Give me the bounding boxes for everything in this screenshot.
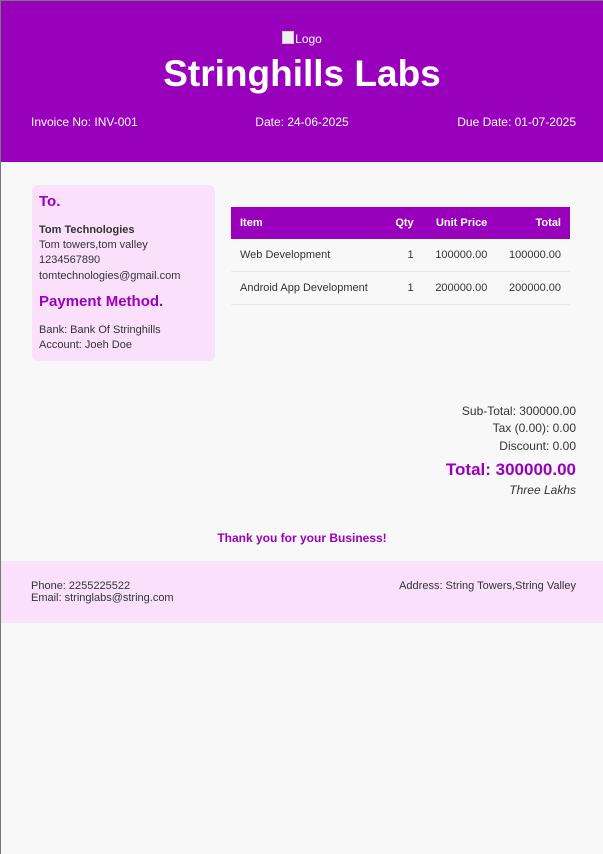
- company-name: Stringhills Labs: [163, 53, 441, 94]
- bill-to-card: To. Tom Technologies Tom towers,tom vall…: [32, 185, 215, 361]
- item-unit-price: 100000.00: [422, 239, 497, 272]
- item-total: 100000.00: [496, 239, 570, 272]
- table-row: Web Development 1 100000.00 100000.00: [231, 239, 570, 272]
- item-qty: 1: [384, 239, 423, 272]
- logo-image: Logo: [1, 31, 603, 46]
- invoice-header: Logo Stringhills Labs Invoice No: INV-00…: [1, 1, 603, 162]
- footer-email: Email: stringlabs@string.com: [31, 592, 174, 604]
- table-row: Android App Development 1 200000.00 2000…: [231, 271, 570, 305]
- bill-to-heading: To.: [39, 193, 61, 210]
- logo-alt-text: Logo: [295, 32, 322, 46]
- payment-method-heading: Payment Method.: [39, 293, 164, 310]
- discount: Discount: 0.00: [499, 439, 576, 453]
- bank-name: Bank: Bank Of Stringhills: [39, 324, 161, 336]
- footer-phone: Phone: 2255225522: [31, 580, 131, 592]
- thank-you-note: Thank you for your Business!: [217, 531, 387, 545]
- items-table: Item Qty Unit Price Total Web Developmen…: [231, 207, 570, 305]
- client-name: Tom Technologies: [39, 224, 135, 236]
- grand-total: Total: 300000.00: [445, 460, 576, 479]
- item-qty: 1: [384, 271, 423, 305]
- item-unit-price: 200000.00: [422, 271, 497, 305]
- column-header-qty: Qty: [384, 207, 423, 239]
- account-name: Account: Joeh Doe: [39, 339, 132, 351]
- table-header-row: Item Qty Unit Price Total: [231, 207, 570, 239]
- client-email: tomtechnologies@gmail.com: [39, 270, 181, 282]
- tax: Tax (0.00): 0.00: [492, 421, 576, 435]
- subtotal: Sub-Total: 300000.00: [461, 404, 576, 418]
- due-date: Due Date: 01-07-2025: [457, 115, 576, 129]
- invoice-footer: Phone: 2255225522 Email: stringlabs@stri…: [1, 561, 603, 623]
- client-phone: 1234567890: [39, 254, 101, 266]
- column-header-total: Total: [496, 207, 570, 239]
- item-total: 200000.00: [496, 271, 570, 305]
- client-address: Tom towers,tom valley: [39, 239, 148, 251]
- total-in-words: Three Lakhs: [509, 483, 576, 497]
- item-name: Web Development: [231, 239, 385, 272]
- item-name: Android App Development: [231, 271, 385, 305]
- broken-image-icon: [282, 31, 295, 44]
- column-header-unit-price: Unit Price: [422, 207, 497, 239]
- column-header-item: Item: [231, 207, 385, 239]
- footer-address: Address: String Towers,String Valley: [399, 580, 576, 592]
